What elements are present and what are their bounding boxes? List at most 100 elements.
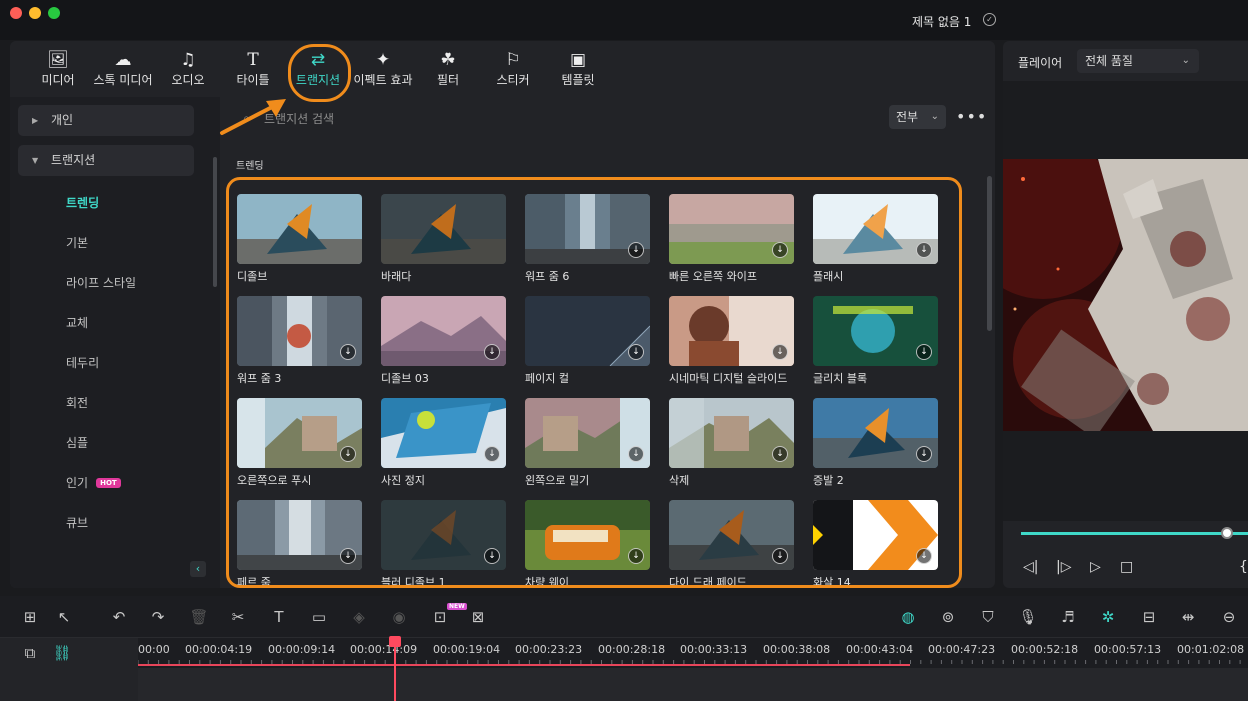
transition-card[interactable]: ↓ 사진 정지 <box>381 398 507 488</box>
snap-icon[interactable]: ✲ <box>1098 608 1118 626</box>
download-icon[interactable]: ↓ <box>628 242 644 258</box>
sidebar-item-lifestyle[interactable]: 라이프 스타일 <box>66 274 136 291</box>
transition-thumbnail[interactable] <box>237 194 362 264</box>
add-track-icon[interactable]: ⧉ <box>20 644 40 662</box>
sidebar-item-popular[interactable]: 인기 HOT <box>66 474 121 491</box>
preview-frame[interactable] <box>1003 159 1248 431</box>
download-icon[interactable]: ↓ <box>340 446 356 462</box>
transition-card[interactable]: ↓ 화살 14 <box>813 500 939 585</box>
undo-icon[interactable]: ↶ <box>109 608 129 626</box>
transition-thumbnail[interactable]: ↓ <box>237 296 362 366</box>
next-frame-button[interactable]: |▷ <box>1056 559 1071 575</box>
seek-handle[interactable] <box>1221 527 1233 539</box>
project-title[interactable]: 제목 없음 1 <box>912 13 971 30</box>
transition-card[interactable]: 바래다 <box>381 194 507 284</box>
close-window-button[interactable] <box>10 7 22 19</box>
auto-sync-icon[interactable]: ⊟ <box>1139 608 1159 626</box>
transition-thumbnail[interactable]: ↓ <box>525 194 650 264</box>
download-icon[interactable]: ↓ <box>340 548 356 564</box>
transition-thumbnail[interactable]: ↓ <box>381 296 506 366</box>
transition-thumbnail[interactable]: ↓ <box>813 500 938 570</box>
transition-thumbnail[interactable]: ↓ <box>525 500 650 570</box>
transition-card[interactable]: 디졸브 <box>237 194 363 284</box>
microphone-icon[interactable]: 🎙 <box>1018 608 1038 626</box>
maximize-window-button[interactable] <box>48 7 60 19</box>
transition-thumbnail[interactable]: ↓ <box>813 194 938 264</box>
collapse-sidebar-button[interactable]: ‹ <box>190 561 206 577</box>
speech-to-text-icon[interactable]: ⊡ <box>430 608 450 626</box>
sidebar-group-transitions[interactable]: ▼ 트랜지션 <box>18 145 194 176</box>
transition-card[interactable]: ↓ 오른쪽으로 푸시 <box>237 398 363 488</box>
transition-thumbnail[interactable]: ↓ <box>669 500 794 570</box>
select-tool-icon[interactable]: ↖ <box>54 608 74 626</box>
previous-frame-button[interactable]: ◁| <box>1023 559 1038 575</box>
download-icon[interactable]: ↓ <box>484 446 500 462</box>
download-icon[interactable]: ↓ <box>772 242 788 258</box>
transition-thumbnail[interactable]: ↓ <box>813 398 938 468</box>
sidebar-item-trending[interactable]: 트렌딩 <box>66 194 99 211</box>
sidebar-group-personal[interactable]: ▶ 개인 <box>18 105 194 136</box>
playhead[interactable] <box>394 639 396 701</box>
download-icon[interactable]: ↓ <box>484 548 500 564</box>
sidebar-item-replace[interactable]: 교체 <box>66 314 88 331</box>
transition-thumbnail[interactable]: ↓ <box>813 296 938 366</box>
transition-card[interactable]: ↓ 차량 웨이 <box>525 500 651 585</box>
download-icon[interactable]: ↓ <box>916 242 932 258</box>
redo-icon[interactable]: ↷ <box>148 608 168 626</box>
download-icon[interactable]: ↓ <box>628 446 644 462</box>
transition-thumbnail[interactable]: ↓ <box>381 398 506 468</box>
transition-thumbnail[interactable]: ↓ <box>237 398 362 468</box>
download-icon[interactable]: ↓ <box>772 548 788 564</box>
download-icon[interactable]: ↓ <box>484 344 500 360</box>
download-icon[interactable]: ↓ <box>772 446 788 462</box>
download-icon[interactable]: ↓ <box>340 344 356 360</box>
quality-dropdown[interactable]: 전체 품질 ⌄ <box>1077 49 1199 73</box>
transition-thumbnail[interactable]: ↓ <box>381 500 506 570</box>
playhead-handle[interactable] <box>389 636 401 647</box>
sidebar-item-simple[interactable]: 심플 <box>66 434 88 451</box>
tab-effects[interactable]: ✦ 이펙트 효과 <box>348 49 418 93</box>
grid-scrollbar[interactable] <box>987 176 992 331</box>
tab-templates[interactable]: ▣ 템플릿 <box>543 49 613 93</box>
transition-card[interactable]: ↓ 빠른 오른쪽 와이프 <box>669 194 795 284</box>
seek-bar-progress[interactable] <box>1021 532 1248 535</box>
tab-titles[interactable]: T 타이틀 <box>218 49 288 93</box>
transition-thumbnail[interactable]: ↓ <box>669 194 794 264</box>
transition-thumbnail[interactable]: ↓ <box>237 500 362 570</box>
download-icon[interactable]: ↓ <box>916 446 932 462</box>
tab-media[interactable]: 🖼 미디어 <box>23 49 93 93</box>
minimize-window-button[interactable] <box>29 7 41 19</box>
transition-card[interactable]: ↓ 글리치 블록 <box>813 296 939 386</box>
color-icon[interactable]: ◉ <box>389 608 409 626</box>
filter-dropdown[interactable]: 전부 ⌄ <box>889 105 946 129</box>
mask-icon[interactable]: ◈ <box>349 608 369 626</box>
transition-card[interactable]: ↓ 플래시 <box>813 194 939 284</box>
transition-card[interactable]: ↓ 블러 디졸브 1 <box>381 500 507 585</box>
transition-card[interactable]: ↓ 페이지 컬 <box>525 296 651 386</box>
ai-assistant-icon[interactable]: ◍ <box>898 608 918 626</box>
tab-filters[interactable]: ☘ 필터 <box>413 49 483 93</box>
fullscreen-button[interactable]: { <box>1239 559 1248 575</box>
transition-thumbnail[interactable]: ↓ <box>525 398 650 468</box>
transition-card[interactable]: ↓ 디졸브 03 <box>381 296 507 386</box>
audio-mix-icon[interactable]: ♬ <box>1058 608 1078 626</box>
zoom-out-icon[interactable]: ⊖ <box>1219 608 1239 626</box>
translate-icon[interactable]: ⊠ <box>468 608 488 626</box>
transition-thumbnail[interactable]: ↓ <box>525 296 650 366</box>
transition-thumbnail[interactable]: ↓ <box>669 296 794 366</box>
transition-card[interactable]: ↓ 삭제 <box>669 398 795 488</box>
track-area[interactable] <box>138 668 1248 701</box>
download-icon[interactable]: ↓ <box>628 548 644 564</box>
fit-timeline-icon[interactable]: ⇹ <box>1178 608 1198 626</box>
delete-icon[interactable]: 🗑 <box>189 608 209 626</box>
crop-icon[interactable]: ▭ <box>309 608 329 626</box>
play-button[interactable]: ▷ <box>1090 559 1101 575</box>
sidebar-item-cube[interactable]: 큐브 <box>66 514 88 531</box>
tab-audio[interactable]: ♫ 오디오 <box>153 49 223 93</box>
transition-card[interactable]: ↓ 증발 2 <box>813 398 939 488</box>
transition-card[interactable]: ↓ 다이 드래 페이드 <box>669 500 795 585</box>
transition-card[interactable]: ↓ 워프 줌 6 <box>525 194 651 284</box>
transition-card[interactable]: ↓ 왼쪽으로 밀기 <box>525 398 651 488</box>
sidebar-item-basic[interactable]: 기본 <box>66 234 88 251</box>
download-icon[interactable]: ↓ <box>628 344 644 360</box>
